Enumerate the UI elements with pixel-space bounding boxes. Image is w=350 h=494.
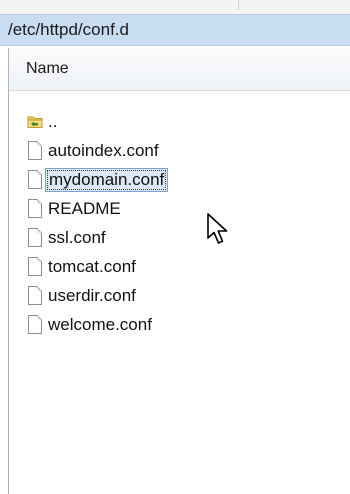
column-header-label: Name xyxy=(26,60,69,77)
file-list-pane: Name .. autoindex.conf mydomain.conf REA… xyxy=(8,48,350,494)
toolbar-divider xyxy=(238,0,239,10)
list-item-mydomain-conf[interactable]: mydomain.conf xyxy=(9,167,350,196)
file-list: .. autoindex.conf mydomain.conf README s… xyxy=(9,109,350,341)
file-icon xyxy=(28,170,42,189)
file-icon xyxy=(28,199,42,218)
list-item-ssl-conf[interactable]: ssl.conf xyxy=(9,225,350,254)
top-toolbar-strip xyxy=(0,0,350,14)
list-item-readme[interactable]: README xyxy=(9,196,350,225)
current-path-text: /etc/httpd/conf.d xyxy=(8,20,129,39)
list-item-welcome-conf[interactable]: welcome.conf xyxy=(9,312,350,341)
folder-up-icon xyxy=(27,116,43,128)
list-item-label: tomcat.conf xyxy=(48,257,136,276)
file-icon xyxy=(28,315,42,334)
mouse-pointer-icon xyxy=(207,213,228,244)
file-icon xyxy=(28,141,42,160)
file-browser-window: /etc/httpd/conf.d Name .. autoindex.conf… xyxy=(0,0,350,494)
list-item-label: userdir.conf xyxy=(48,286,136,305)
list-item-tomcat-conf[interactable]: tomcat.conf xyxy=(9,254,350,283)
list-item-userdir-conf[interactable]: userdir.conf xyxy=(9,283,350,312)
current-path-bar[interactable]: /etc/httpd/conf.d xyxy=(0,14,350,46)
column-header-name[interactable]: Name xyxy=(9,48,350,91)
file-icon xyxy=(28,286,42,305)
list-item-label: autoindex.conf xyxy=(48,141,159,160)
file-icon xyxy=(28,228,42,247)
list-item-label: README xyxy=(48,199,121,218)
file-icon xyxy=(28,257,42,276)
list-item-label: mydomain.conf xyxy=(45,168,169,192)
list-item-label: ssl.conf xyxy=(48,228,106,247)
list-item-autoindex-conf[interactable]: autoindex.conf xyxy=(9,138,350,167)
list-item-label: .. xyxy=(48,112,58,131)
list-item-label: welcome.conf xyxy=(48,315,152,334)
list-item-parent-directory[interactable]: .. xyxy=(9,109,350,138)
